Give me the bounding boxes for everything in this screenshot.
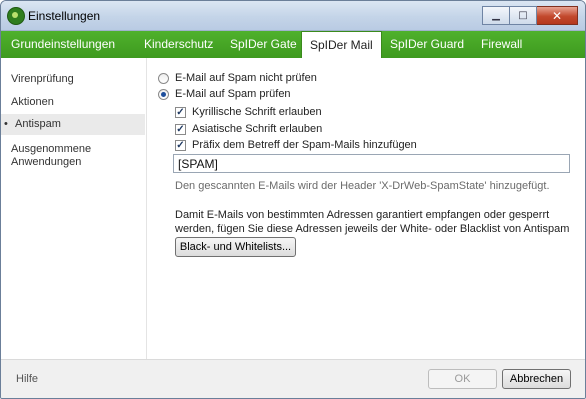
- sidebar-item-label: Antispam: [15, 118, 61, 130]
- sidebar-item-ausgenommene-anwendungen[interactable]: Ausgenommene Anwendungen: [1, 143, 141, 169]
- allow-asian-option[interactable]: ✓ Asiatische Schrift erlauben: [175, 123, 322, 135]
- maximize-icon: □: [518, 10, 528, 21]
- sidebar-item-virenpruefung[interactable]: Virenprüfung: [1, 73, 145, 86]
- window-controls: ▁ □ ✕: [482, 6, 578, 25]
- subject-prefix-checkbox[interactable]: ✓: [175, 139, 186, 151]
- spam-check-off-option[interactable]: E-Mail auf Spam nicht prüfen: [158, 72, 317, 84]
- header-hint-text: Den gescannten E-Mails wird der Header '…: [175, 180, 550, 192]
- checkmark-icon: ✓: [176, 106, 185, 118]
- subject-prefix-field[interactable]: [SPAM]: [173, 154, 570, 173]
- antispam-panel: E-Mail auf Spam nicht prüfen E-Mail auf …: [158, 58, 585, 359]
- allow-cyrillic-checkbox[interactable]: ✓: [175, 106, 186, 118]
- app-icon: [7, 7, 25, 25]
- title-bar: Einstellungen ▁ □ ✕: [1, 1, 585, 31]
- minimize-icon: ▁: [492, 10, 500, 21]
- sidebar-item-label: Ausgenommene Anwendungen: [11, 143, 92, 168]
- sidebar-item-label: Virenprüfung: [11, 73, 74, 85]
- bullet-icon: •: [4, 118, 8, 130]
- close-icon: ✕: [551, 8, 563, 23]
- tab-bar: Grundeinstellungen Kinderschutz SpIDer G…: [1, 31, 585, 60]
- tab-spider-guard[interactable]: SpIDer Guard: [382, 31, 472, 58]
- ok-button[interactable]: OK: [428, 369, 497, 389]
- content-area: Virenprüfung Aktionen • Antispam Ausgeno…: [1, 58, 585, 359]
- spam-check-on-option[interactable]: E-Mail auf Spam prüfen: [158, 88, 291, 100]
- tab-grundeinstellungen[interactable]: Grundeinstellungen: [3, 31, 123, 58]
- black-whitelists-button[interactable]: Black- und Whitelists...: [175, 237, 296, 257]
- radio-off-label: E-Mail auf Spam nicht prüfen: [175, 72, 317, 84]
- radio-on[interactable]: [158, 88, 169, 100]
- tab-spider-gate[interactable]: SpIDer Gate: [222, 31, 305, 58]
- checkmark-icon: ✓: [176, 139, 185, 151]
- sidebar-item-label: Aktionen: [11, 96, 54, 108]
- close-button[interactable]: ✕: [537, 6, 578, 25]
- help-link[interactable]: Hilfe: [16, 373, 38, 385]
- window-title: Einstellungen: [28, 9, 101, 23]
- cancel-button[interactable]: Abbrechen: [502, 369, 571, 389]
- allow-asian-label: Asiatische Schrift erlauben: [192, 123, 323, 135]
- sidebar-item-antispam[interactable]: • Antispam: [1, 114, 145, 135]
- sidebar: Virenprüfung Aktionen • Antispam Ausgeno…: [1, 58, 147, 359]
- minimize-button[interactable]: ▁: [482, 6, 510, 25]
- sidebar-item-aktionen[interactable]: Aktionen: [1, 96, 145, 109]
- subject-prefix-option[interactable]: ✓ Präfix dem Betreff der Spam-Mails hinz…: [175, 139, 417, 151]
- tab-kinderschutz[interactable]: Kinderschutz: [136, 31, 221, 58]
- maximize-button[interactable]: □: [510, 6, 537, 25]
- radio-on-label: E-Mail auf Spam prüfen: [175, 88, 291, 100]
- footer-bar: Hilfe OK Abbrechen: [1, 359, 585, 398]
- checkmark-icon: ✓: [176, 123, 185, 135]
- allow-cyrillic-option[interactable]: ✓ Kyrillische Schrift erlauben: [175, 106, 322, 118]
- settings-window: Einstellungen ▁ □ ✕ Grundeinstellungen K…: [0, 0, 586, 399]
- tab-spider-mail[interactable]: SpIDer Mail: [301, 31, 382, 60]
- radio-off[interactable]: [158, 72, 169, 84]
- allow-asian-checkbox[interactable]: ✓: [175, 123, 186, 135]
- subject-prefix-label: Präfix dem Betreff der Spam-Mails hinzuf…: [192, 139, 417, 151]
- tab-firewall[interactable]: Firewall: [473, 31, 530, 58]
- allow-cyrillic-label: Kyrillische Schrift erlauben: [192, 106, 322, 118]
